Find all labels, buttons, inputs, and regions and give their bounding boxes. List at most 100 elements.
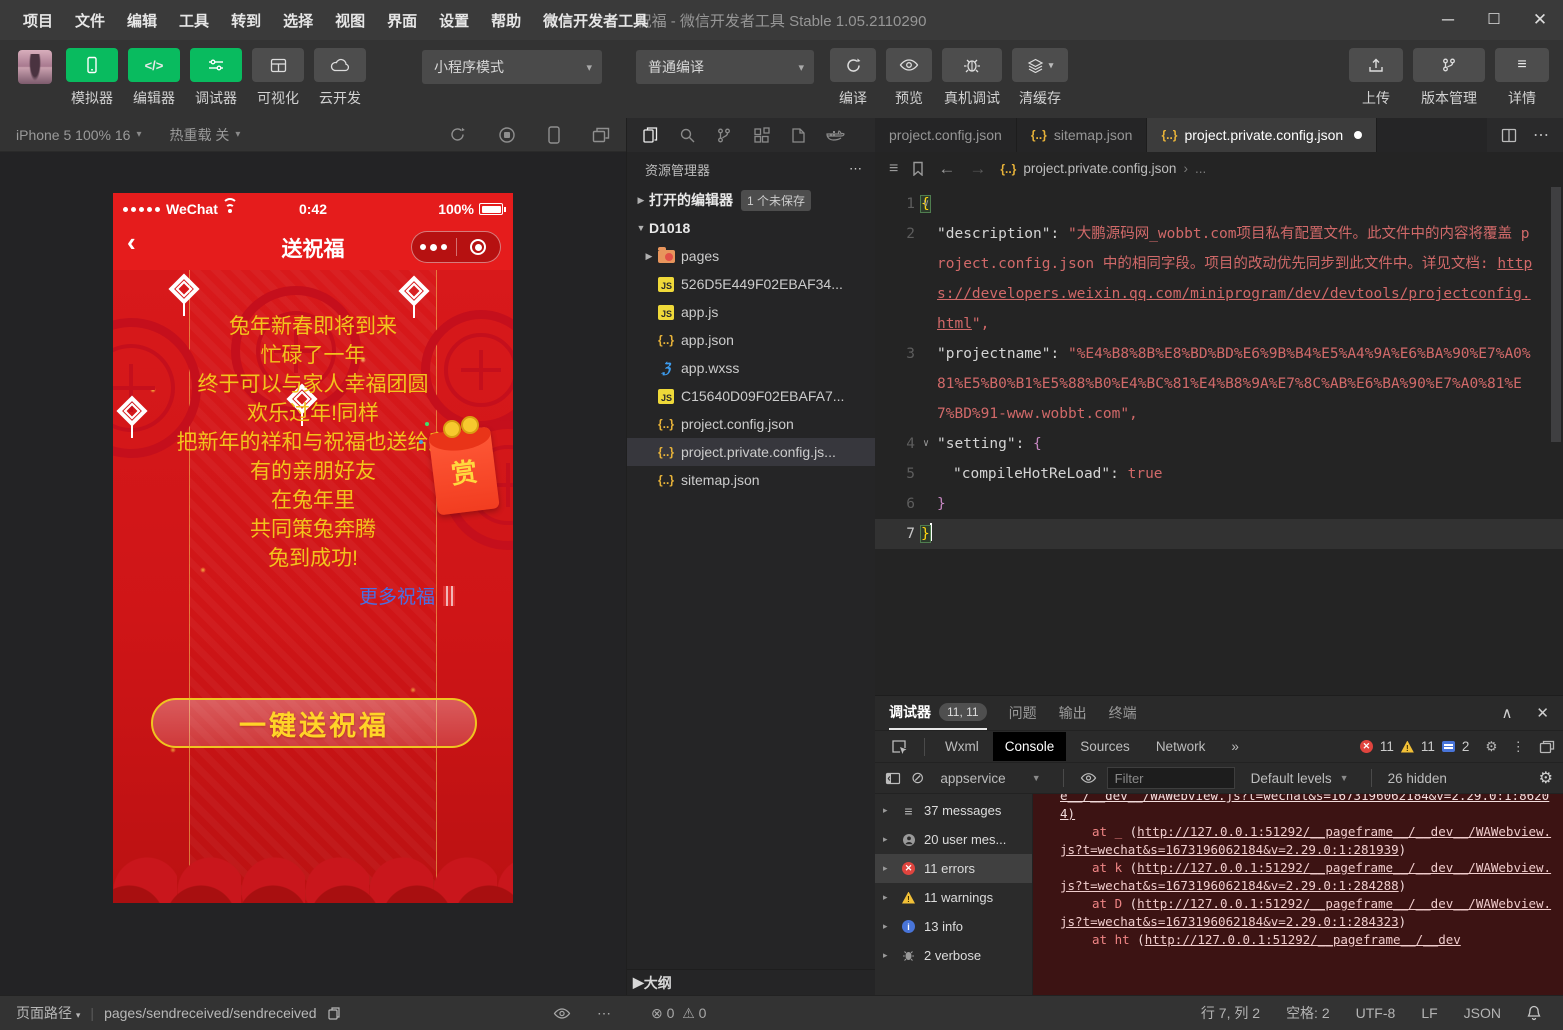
explorer-more-icon[interactable]: ⋯: [849, 161, 863, 177]
bookmark-icon[interactable]: [912, 161, 924, 176]
page-path-value[interactable]: pages/sendreceived/sendreceived: [104, 1005, 316, 1021]
compile-mode-select[interactable]: 普通编译 ▾: [636, 50, 814, 84]
stack-link[interactable]: http://127.0.0.1:51292/__pageframe__/__d…: [1145, 932, 1461, 947]
menu-goto[interactable]: 转到: [222, 6, 270, 35]
stack-link[interactable]: http://127.0.0.1:51292/__pageframe__/__d…: [1060, 860, 1551, 893]
preview-eye-icon[interactable]: [553, 1007, 571, 1020]
console-sidebar-toggle-icon[interactable]: [885, 772, 901, 785]
editor-toggle-button[interactable]: </> 编辑器: [128, 48, 180, 108]
tree-item-js-2[interactable]: JS C15640D09F02EBAFA7...: [627, 382, 875, 410]
cursor-position[interactable]: 行 7, 列 2: [1201, 1003, 1260, 1023]
rotate-icon[interactable]: [449, 126, 466, 143]
send-blessing-button[interactable]: 一键送祝福: [151, 698, 477, 748]
panel-close-icon[interactable]: ✕: [1536, 704, 1549, 722]
close-button[interactable]: ✕: [1517, 10, 1563, 30]
tree-item-project-config[interactable]: {..} project.config.json: [627, 410, 875, 438]
more-dots-button[interactable]: [412, 244, 456, 251]
details-button[interactable]: ≡ 详情: [1495, 48, 1549, 108]
menu-devtools[interactable]: 微信开发者工具: [534, 6, 657, 35]
hot-reload-toggle[interactable]: 热重载 关 ▾: [169, 125, 240, 145]
live-expression-eye-icon[interactable]: [1080, 772, 1097, 784]
extensions-icon[interactable]: [746, 127, 776, 144]
editor-scrollbar[interactable]: [1550, 185, 1562, 695]
compile-button[interactable]: 编译: [830, 48, 876, 108]
nav-forward-icon[interactable]: →: [969, 159, 986, 179]
tab-debugger[interactable]: 调试器 11, 11: [889, 696, 987, 730]
filter-warnings[interactable]: ▸ ! 11 warnings: [875, 883, 1032, 912]
tab-project-private-config[interactable]: {..} project.private.config.json: [1147, 118, 1377, 152]
cloud-dev-button[interactable]: 云开发: [314, 48, 366, 108]
filter-all-messages[interactable]: ▸ ≡ 37 messages: [875, 796, 1032, 825]
stack-link[interactable]: http://127.0.0.1:51292/__pageframe__/__d…: [1060, 824, 1551, 857]
tree-item-pages[interactable]: ▶ pages: [627, 242, 875, 270]
filter-verbose[interactable]: ▸ 2 verbose: [875, 941, 1032, 970]
simulator-toggle-button[interactable]: 模拟器: [66, 48, 118, 108]
back-chevron-icon[interactable]: ‹: [127, 229, 136, 255]
files-icon[interactable]: [635, 126, 665, 144]
problems-indicator[interactable]: ⊗ 0 ⚠ 0: [651, 1005, 706, 1022]
user-avatar[interactable]: [18, 50, 52, 84]
tab-terminal[interactable]: 终端: [1109, 696, 1137, 730]
devtools-tab-network[interactable]: Network: [1144, 732, 1218, 761]
docker-icon[interactable]: [820, 128, 850, 143]
search-icon[interactable]: [672, 127, 702, 144]
menu-interface[interactable]: 界面: [378, 6, 426, 35]
tree-item-app-wxss[interactable]: ℨ app.wxss: [627, 354, 875, 382]
stack-link[interactable]: http://127.0.0.1:51292/__pageframe__/__d…: [1060, 896, 1551, 929]
more-options-icon[interactable]: ⋯: [597, 1005, 611, 1022]
devtools-tab-console[interactable]: Console: [993, 732, 1067, 761]
tree-item-app-js[interactable]: JS app.js: [627, 298, 875, 326]
encoding-setting[interactable]: UTF-8: [1356, 1005, 1396, 1021]
menu-project[interactable]: 项目: [14, 6, 62, 35]
tab-problems[interactable]: 问题: [1009, 696, 1037, 730]
visualization-toggle-button[interactable]: 可视化: [252, 48, 304, 108]
menu-select[interactable]: 选择: [274, 6, 322, 35]
tree-item-sitemap[interactable]: {..} sitemap.json: [627, 466, 875, 494]
message-count[interactable]: 2: [1462, 739, 1470, 754]
tab-output[interactable]: 输出: [1059, 696, 1087, 730]
open-editors-row[interactable]: ▶ 打开的编辑器 1 个未保存: [627, 186, 875, 214]
clear-cache-button[interactable]: ▾ 清缓存: [1012, 48, 1068, 108]
maximize-button[interactable]: ☐: [1471, 10, 1517, 30]
page-path-select[interactable]: 页面路径 ▾: [16, 1003, 80, 1023]
devtools-tab-sources[interactable]: Sources: [1068, 732, 1142, 761]
indent-setting[interactable]: 空格: 2: [1286, 1003, 1330, 1023]
console-settings-gear-icon[interactable]: ⚙: [1539, 768, 1553, 788]
outline-section[interactable]: ▶ 大纲: [627, 969, 875, 995]
clear-console-icon[interactable]: ⊘: [911, 768, 924, 788]
breadcrumb-file[interactable]: {..} project.private.config.json › ...: [1000, 161, 1206, 176]
notifications-bell-icon[interactable]: [1527, 1005, 1541, 1021]
panel-expand-icon[interactable]: ∧: [1501, 704, 1512, 722]
eol-setting[interactable]: LF: [1421, 1005, 1437, 1021]
menu-view[interactable]: 视图: [326, 6, 374, 35]
device-select[interactable]: iPhone 5 100% 16 ▾: [16, 127, 141, 143]
code-editor[interactable]: 1∨ { 2 "description": "大鹏源码网_wobbt.com项目…: [875, 185, 1563, 695]
devtools-tab-wxml[interactable]: Wxml: [933, 732, 991, 761]
device-frame-icon[interactable]: [548, 126, 560, 144]
upload-button[interactable]: 上传: [1349, 48, 1403, 108]
tab-project-config[interactable]: project.config.json: [875, 118, 1017, 152]
copy-icon[interactable]: [327, 1006, 341, 1021]
tab-sitemap[interactable]: {..} sitemap.json: [1017, 118, 1148, 152]
minimize-button[interactable]: ─: [1425, 10, 1471, 30]
error-count[interactable]: 11: [1380, 739, 1394, 754]
preview-button[interactable]: 预览: [886, 48, 932, 108]
mode-select[interactable]: 小程序模式 ▾: [422, 50, 602, 84]
tree-item-js-1[interactable]: JS 526D5E449F02EBAF34...: [627, 270, 875, 298]
nav-back-icon[interactable]: ←: [938, 159, 955, 179]
console-filter-input[interactable]: [1107, 767, 1235, 789]
more-blessings-link[interactable]: 更多祝福: [359, 582, 455, 609]
devtools-tab-overflow[interactable]: »: [1219, 732, 1251, 761]
record-icon[interactable]: [498, 126, 516, 144]
menu-settings[interactable]: 设置: [430, 6, 478, 35]
language-mode[interactable]: JSON: [1464, 1005, 1501, 1021]
menu-tools[interactable]: 工具: [170, 6, 218, 35]
filter-info[interactable]: ▸ i 13 info: [875, 912, 1032, 941]
project-root-row[interactable]: ▼ D1018: [627, 214, 875, 242]
remote-debug-button[interactable]: 真机调试: [942, 48, 1002, 108]
red-envelope[interactable]: 赏: [428, 427, 500, 516]
detach-window-icon[interactable]: [592, 127, 610, 143]
filter-errors[interactable]: ▸ ✕ 11 errors: [875, 854, 1032, 883]
source-control-icon[interactable]: [709, 127, 739, 144]
warning-count[interactable]: 11: [1421, 739, 1435, 754]
